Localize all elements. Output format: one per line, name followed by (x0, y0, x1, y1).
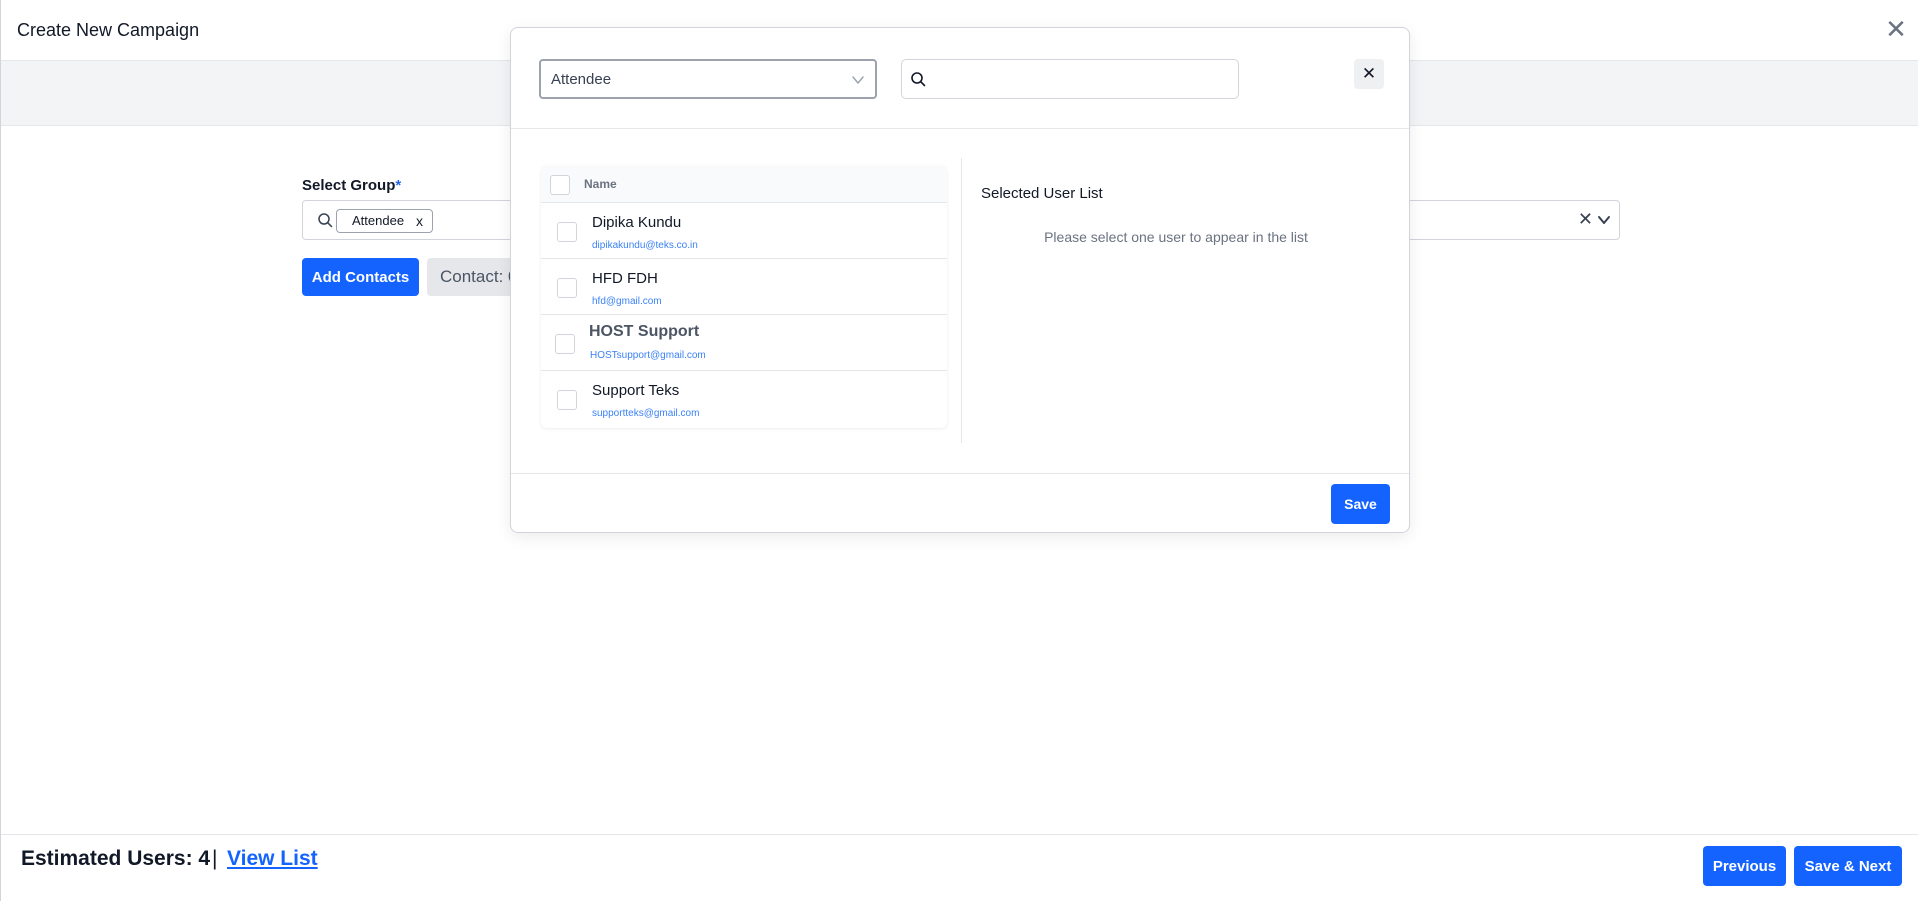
estimated-users: Estimated Users: 4 (21, 847, 211, 870)
user-search-field[interactable] (901, 59, 1239, 99)
user-email: hfd@gmail.com (592, 296, 662, 307)
chevron-down-icon[interactable] (1597, 213, 1611, 232)
user-search-input[interactable] (932, 66, 1232, 92)
user-name: HFD FDH (592, 270, 658, 287)
select-group-label-text: Select Group (302, 177, 396, 194)
select-group-label: Select Group* (302, 177, 401, 194)
previous-button[interactable]: Previous (1703, 846, 1786, 886)
user-list-header: Name (541, 166, 947, 203)
select-all-checkbox[interactable] (550, 175, 570, 195)
user-row[interactable]: Support Teks supportteks@gmail.com (541, 371, 947, 427)
chip-label: Attendee (352, 213, 405, 228)
chevron-down-icon (851, 73, 865, 92)
column-name: Name (584, 177, 617, 191)
user-row[interactable]: HFD FDH hfd@gmail.com (541, 259, 947, 315)
save-button[interactable]: Save (1331, 484, 1390, 524)
user-name: Support Teks (592, 382, 680, 399)
save-next-button[interactable]: Save & Next (1794, 846, 1902, 886)
footer-separator: | (212, 847, 218, 870)
user-email: HOSTsupport@gmail.com (590, 350, 706, 361)
attendee-chip: Attendee x (336, 209, 434, 233)
user-name: Dipika Kundu (592, 214, 682, 231)
user-type-select[interactable]: Attendee (539, 59, 877, 99)
user-type-value: Attendee (551, 71, 612, 88)
search-icon (910, 71, 926, 92)
required-mark: * (395, 177, 402, 194)
user-checkbox[interactable] (555, 334, 575, 354)
user-row[interactable]: HOST Support HOSTsupport@gmail.com (541, 315, 947, 371)
chip-remove-icon[interactable]: x (416, 210, 423, 232)
select-users-modal: Attendee ✕ Name Dipika Kundu dipikakundu… (510, 27, 1410, 533)
close-icon[interactable]: ✕ (1885, 16, 1907, 42)
modal-header: Attendee ✕ (511, 28, 1409, 129)
selected-user-list-title: Selected User List (981, 185, 1103, 202)
add-contacts-button[interactable]: Add Contacts (302, 258, 419, 296)
user-name: HOST Support (589, 323, 700, 340)
user-email: dipikakundu@teks.co.in (592, 240, 698, 251)
search-icon (317, 212, 333, 233)
panel-divider (961, 158, 962, 443)
user-checkbox[interactable] (557, 222, 577, 242)
modal-footer-divider (511, 473, 1409, 474)
user-list: Name Dipika Kundu dipikakundu@teks.co.in… (541, 166, 947, 428)
view-list-link[interactable]: View List (227, 847, 318, 871)
user-checkbox[interactable] (557, 390, 577, 410)
close-icon[interactable]: ✕ (1354, 59, 1384, 89)
user-email: supportteks@gmail.com (592, 408, 700, 419)
user-checkbox[interactable] (557, 278, 577, 298)
selected-empty-message: Please select one user to appear in the … (1044, 229, 1308, 245)
user-row[interactable]: Dipika Kundu dipikakundu@teks.co.in (541, 203, 947, 259)
page-title: Create New Campaign (17, 20, 200, 40)
clear-icon[interactable]: ✕ (1578, 209, 1593, 230)
